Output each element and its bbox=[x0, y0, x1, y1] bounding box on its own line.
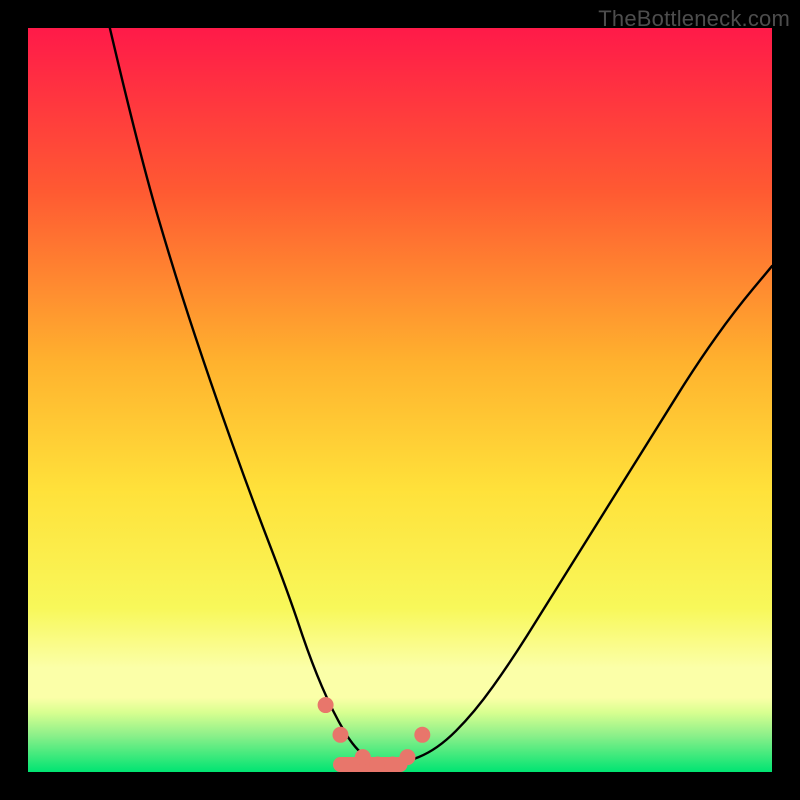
marker-dot bbox=[414, 727, 430, 743]
chart-svg bbox=[28, 28, 772, 772]
marker-dot bbox=[399, 749, 415, 765]
plot-area bbox=[28, 28, 772, 772]
marker-dot bbox=[370, 757, 386, 772]
marker-dot bbox=[355, 749, 371, 765]
marker-dot bbox=[318, 697, 334, 713]
marker-dot bbox=[385, 757, 401, 772]
marker-dot bbox=[332, 727, 348, 743]
gradient-bg bbox=[28, 28, 772, 772]
chart-frame: TheBottleneck.com bbox=[0, 0, 800, 800]
